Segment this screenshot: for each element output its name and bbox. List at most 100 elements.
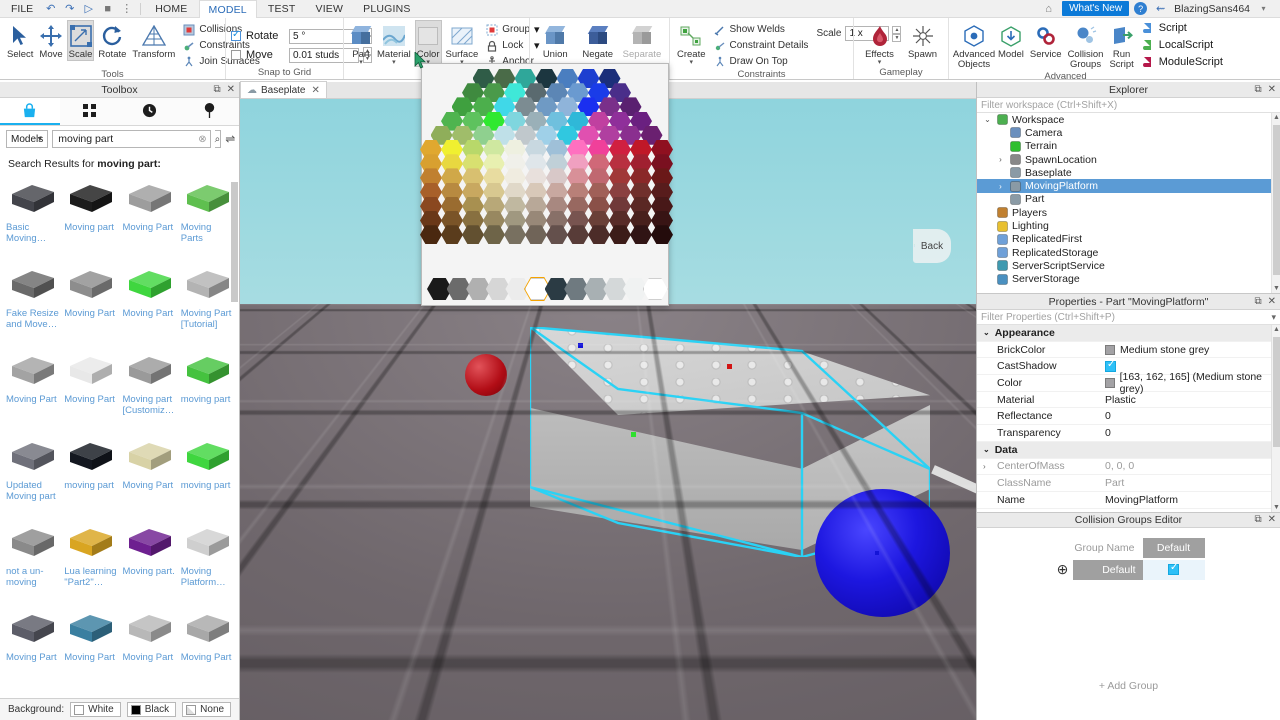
property-value-cell[interactable]: Part: [1099, 477, 1280, 489]
add-group-plus-icon[interactable]: ⊕: [1053, 561, 1073, 578]
properties-scrollbar[interactable]: ▲ ▼: [1271, 325, 1280, 512]
collapse-arrow-icon[interactable]: ⌄: [983, 328, 990, 337]
properties-menu-icon[interactable]: ▾: [1271, 312, 1276, 323]
blue-sphere-part[interactable]: [815, 489, 950, 617]
redo-icon[interactable]: ↷: [61, 1, 78, 16]
expand-arrow-icon[interactable]: ›: [996, 155, 1005, 164]
property-value-cell[interactable]: Medium stone grey: [1099, 344, 1280, 356]
snap-move-checkbox[interactable]: [231, 50, 241, 60]
expand-arrow-icon[interactable]: ›: [996, 182, 1005, 191]
toolbox-scrollbar-thumb[interactable]: [231, 182, 238, 302]
surface-button[interactable]: Surface ▾: [444, 20, 481, 67]
collision-groups-float-icon[interactable]: ⧉: [1254, 514, 1261, 525]
file-menu-button[interactable]: FILE: [4, 2, 40, 16]
insert-script-button[interactable]: Script: [1142, 20, 1223, 35]
user-account-label[interactable]: BlazingSans464: [1174, 3, 1250, 15]
property-color-swatch[interactable]: [1105, 377, 1115, 388]
ribbon-tab-home[interactable]: HOME: [146, 1, 196, 17]
property-row[interactable]: Reflectance 0: [977, 408, 1280, 426]
show-welds-toggle[interactable]: Show Welds: [714, 22, 809, 37]
toolbox-item[interactable]: moving part: [179, 346, 235, 431]
undo-icon[interactable]: ↶: [42, 1, 59, 16]
color-hex-swatch[interactable]: [567, 225, 589, 245]
red-sphere-part[interactable]: [465, 354, 507, 396]
explorer-item-movingplatform[interactable]: › MovingPlatform: [977, 179, 1280, 193]
handle-dot-blue[interactable]: [578, 343, 583, 348]
clear-search-icon[interactable]: ⊗: [198, 134, 206, 145]
properties-close-icon[interactable]: ✕: [1268, 296, 1276, 307]
toolbox-results-grid[interactable]: Basic Moving… Moving part Moving Part Movin…: [0, 172, 239, 698]
properties-float-icon[interactable]: ⧉: [1254, 296, 1261, 307]
scroll-up-icon[interactable]: ▲: [1273, 326, 1280, 333]
insert-localscript-button[interactable]: LocalScript: [1142, 37, 1223, 52]
material-button[interactable]: Material ▾: [375, 20, 413, 67]
explorer-item-camera[interactable]: Camera: [977, 126, 1280, 139]
property-row[interactable]: ClassName Part: [977, 475, 1280, 492]
toolbox-item[interactable]: moving part: [179, 432, 235, 517]
toolbox-tab-recent[interactable]: [120, 98, 180, 125]
explorer-float-icon[interactable]: ⧉: [1254, 84, 1261, 95]
snap-rotate-checkbox[interactable]: [231, 29, 241, 41]
property-value-cell[interactable]: 0, 0, 0: [1099, 460, 1280, 472]
transform-tool-button[interactable]: Transform: [130, 20, 177, 61]
collision-group-row-default[interactable]: Default: [1072, 559, 1143, 580]
explorer-item-serverscriptservice[interactable]: ServerScriptService: [977, 259, 1280, 272]
material-dropdown-icon[interactable]: ▾: [392, 59, 396, 66]
color-hex-swatch[interactable]: [609, 225, 631, 245]
home-icon[interactable]: ⌂: [1040, 1, 1057, 16]
collision-matrix-cell[interactable]: [1142, 559, 1205, 580]
color-hex-swatch[interactable]: [588, 225, 610, 245]
property-value-cell[interactable]: 0: [1099, 427, 1280, 439]
property-color-swatch[interactable]: [1105, 344, 1115, 355]
whats-new-button[interactable]: What's New: [1062, 1, 1130, 16]
close-icon[interactable]: ✕: [311, 85, 319, 96]
handle-dot-green[interactable]: [631, 432, 636, 437]
toolbox-item[interactable]: Fake Resize and Move…: [4, 260, 60, 345]
toolbox-item[interactable]: Basic Moving…: [4, 174, 60, 259]
part-dropdown-icon[interactable]: ▾: [359, 59, 363, 66]
property-value-cell[interactable]: MovingPlatform: [1099, 494, 1280, 506]
expand-arrow-icon[interactable]: ⌄: [983, 115, 992, 124]
toolbox-item[interactable]: Moving Part: [121, 432, 177, 517]
ribbon-tab-plugins[interactable]: PLUGINS: [354, 1, 420, 17]
explorer-item-baseplate[interactable]: Baseplate: [977, 166, 1280, 179]
background-white-button[interactable]: White: [70, 702, 121, 717]
insert-modulescript-button[interactable]: ModuleScript: [1142, 54, 1223, 69]
view-cube-face-label[interactable]: Back: [913, 229, 951, 263]
property-row[interactable]: Color [163, 162, 165] (Medium stone grey): [977, 371, 1280, 395]
color-hex-grid[interactable]: [420, 67, 673, 267]
stop-icon[interactable]: ■: [99, 1, 116, 16]
toolbox-item[interactable]: Lua learning "Part2"…: [62, 518, 118, 603]
toolbox-item[interactable]: Moving Platform…: [179, 518, 235, 603]
toolbox-tab-marketplace[interactable]: [0, 98, 60, 125]
run-script-button[interactable]: Run Script: [1107, 20, 1135, 71]
toolbox-item[interactable]: Updated Moving part: [4, 432, 60, 517]
property-value-cell[interactable]: Plastic: [1099, 394, 1280, 406]
share-icon[interactable]: ⇜: [1152, 1, 1169, 16]
toolbox-item[interactable]: Moving Part: [62, 260, 118, 345]
explorer-item-players[interactable]: Players: [977, 206, 1280, 219]
color-hex-swatch[interactable]: [420, 225, 442, 245]
ribbon-tab-test[interactable]: TEST: [259, 1, 305, 17]
expand-arrow-icon[interactable]: ›: [983, 462, 986, 471]
toolbox-category-select[interactable]: Models ▼: [6, 130, 49, 148]
color-hex-swatch[interactable]: [462, 225, 484, 245]
property-value-cell[interactable]: 0: [1099, 410, 1280, 422]
spawn-button[interactable]: Spawn: [902, 20, 943, 61]
color-hex-swatch[interactable]: [525, 225, 547, 245]
help-icon[interactable]: ?: [1134, 2, 1148, 15]
scale-tool-button[interactable]: Scale: [66, 20, 95, 61]
toolbox-item[interactable]: Moving Part: [179, 604, 235, 689]
draw-on-top-toggle[interactable]: Draw On Top: [714, 54, 809, 69]
toolbox-item[interactable]: Moving Part: [4, 604, 60, 689]
color-gray-row[interactable]: [425, 276, 668, 302]
toolbox-item[interactable]: Moving Part: [62, 346, 118, 431]
explorer-tree[interactable]: ⌄ Workspace Camera Terrain › SpawnLocation Bas…: [977, 113, 1280, 293]
add-group-button[interactable]: + Add Group: [977, 680, 1280, 692]
color-hex-swatch[interactable]: [504, 225, 526, 245]
explorer-item-replicatedstorage[interactable]: ReplicatedStorage: [977, 246, 1280, 259]
toolbox-item[interactable]: Moving part.: [121, 518, 177, 603]
effects-button[interactable]: Effects ▾: [859, 20, 900, 67]
properties-scrollbar-thumb[interactable]: [1273, 337, 1280, 447]
toolbox-tab-inventory[interactable]: [60, 98, 120, 125]
